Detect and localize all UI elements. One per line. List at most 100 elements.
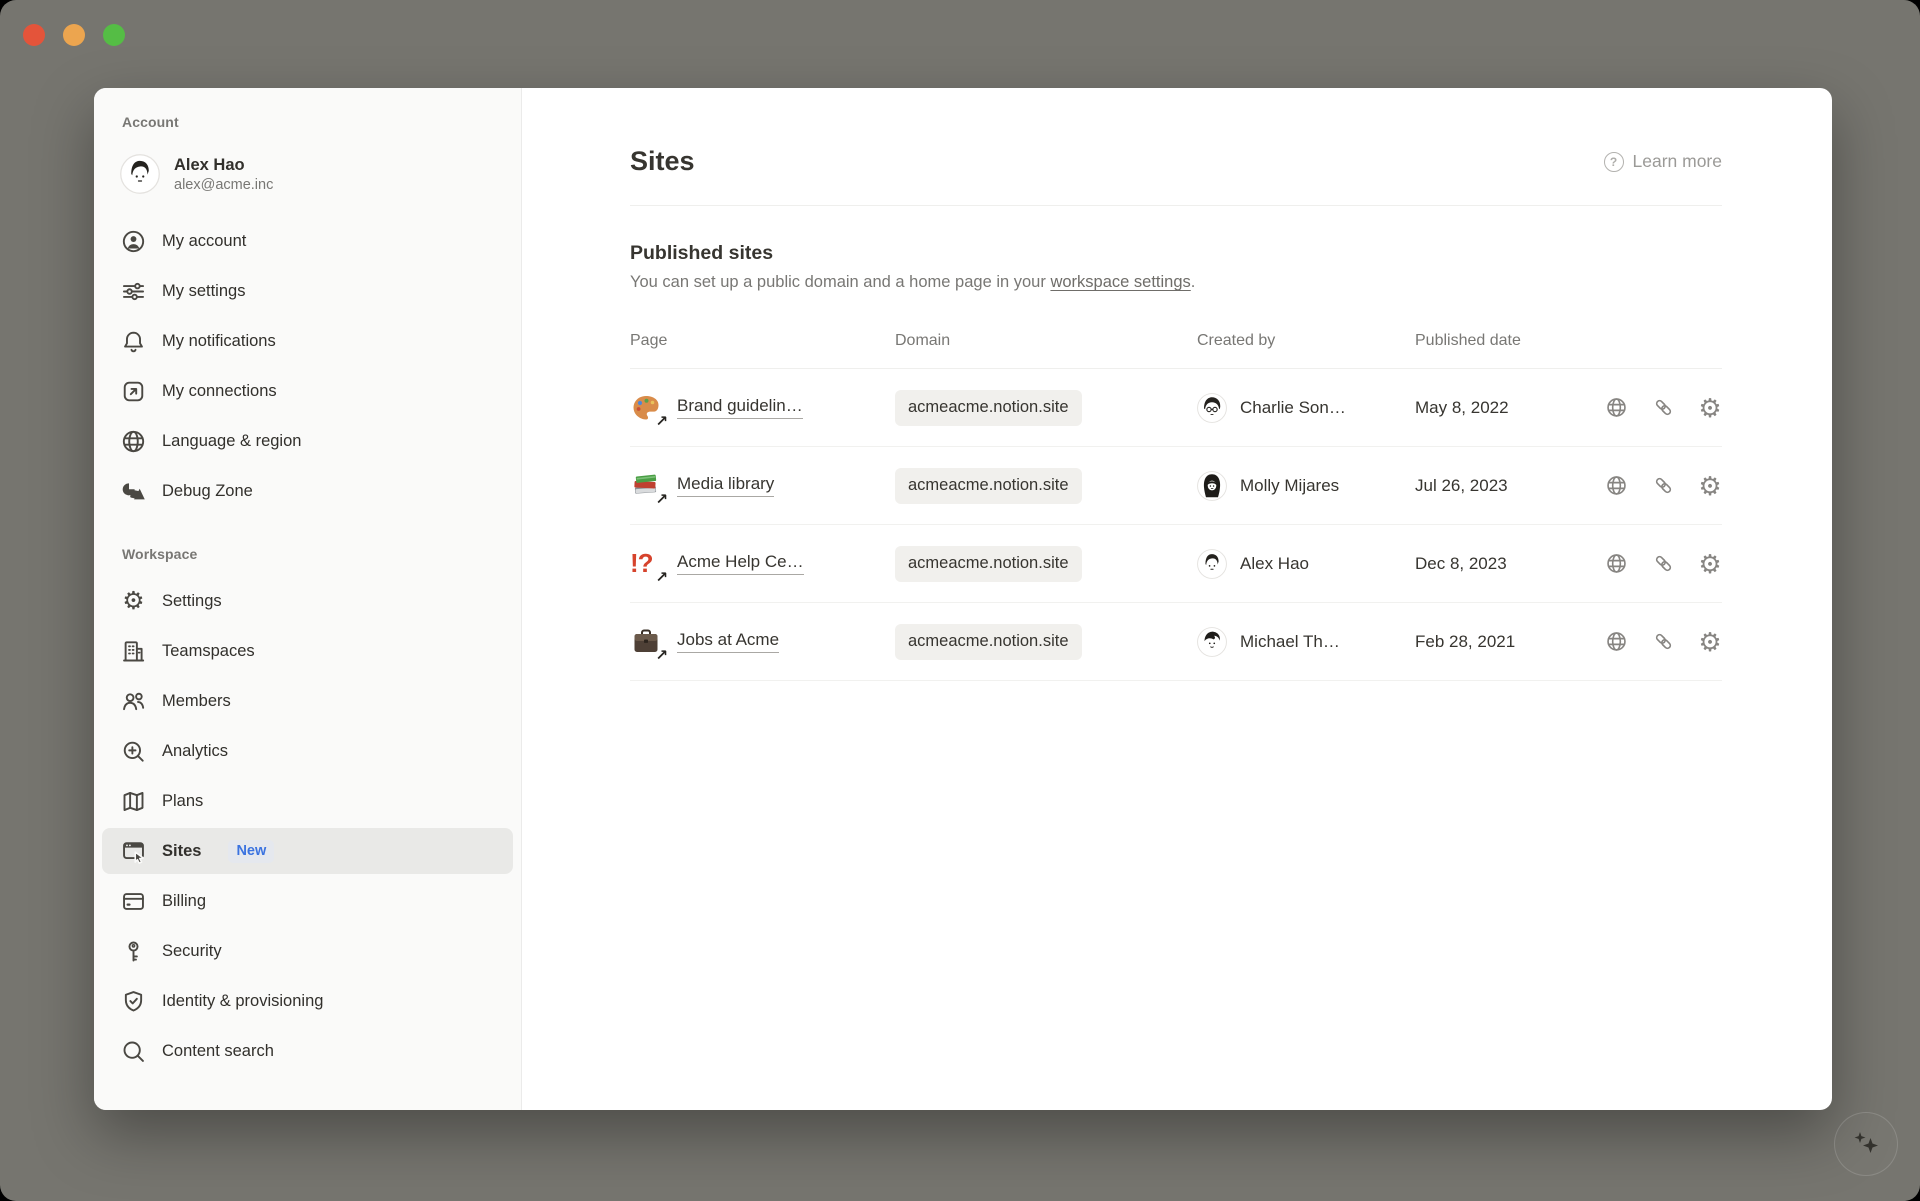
map-icon (120, 788, 147, 815)
table-row: !? ↗ Acme Help Ce… acmeacme.notion.site … (630, 525, 1722, 603)
desktop-background: Account Alex Hao alex@acme.inc My accoun… (0, 0, 1920, 1201)
sidebar-item-plans[interactable]: Plans (102, 778, 513, 824)
gear-icon[interactable]: ⚙ (1698, 396, 1722, 420)
sidebar-item-identity-provisioning[interactable]: Identity & provisioning (102, 978, 513, 1024)
open-link-arrow-icon: ↗ (655, 646, 668, 664)
new-badge: New (228, 840, 274, 863)
creator-avatar (1197, 627, 1227, 657)
sites-panel: Sites ? Learn more Published sites You c… (522, 88, 1832, 1110)
sidebar-item-settings[interactable]: ⚙ Settings (102, 578, 513, 624)
globe-icon[interactable] (1604, 630, 1628, 654)
table-row: ↗ Media library acmeacme.notion.site Mol… (630, 447, 1722, 525)
sidebar-item-sites[interactable]: Sites New (102, 828, 513, 874)
row-actions: ⚙ (1604, 396, 1722, 420)
user-avatar (120, 154, 160, 194)
sites-header: Sites ? Learn more (630, 146, 1722, 177)
domain-pill[interactable]: acmeacme.notion.site (895, 390, 1082, 426)
page-link[interactable]: Brand guidelin… (677, 396, 803, 419)
link-icon[interactable] (1651, 396, 1675, 420)
sidebar-item-content-search[interactable]: Content search (102, 1028, 513, 1074)
creator-avatar (1197, 393, 1227, 423)
workspace-settings-link[interactable]: workspace settings (1050, 273, 1190, 291)
learn-more-link[interactable]: ? Learn more (1604, 151, 1723, 172)
creator-name: Charlie Son… (1240, 398, 1346, 418)
sidebar-item-billing[interactable]: Billing (102, 878, 513, 924)
sidebar-item-language-region[interactable]: Language & region (102, 418, 513, 464)
account-user-row[interactable]: Alex Hao alex@acme.inc (102, 146, 513, 204)
page-title: Sites (630, 146, 695, 177)
sidebar-item-my-settings[interactable]: My settings (102, 268, 513, 314)
gear-icon[interactable]: ⚙ (1698, 474, 1722, 498)
sidebar-item-analytics[interactable]: Analytics (102, 728, 513, 774)
link-icon[interactable] (1651, 474, 1675, 498)
sidebar-item-my-notifications[interactable]: My notifications (102, 318, 513, 364)
browser-cursor-icon (120, 838, 147, 865)
published-date: Feb 28, 2021 (1415, 632, 1580, 652)
row-actions: ⚙ (1604, 552, 1722, 576)
domain-pill[interactable]: acmeacme.notion.site (895, 624, 1082, 660)
header-divider (630, 205, 1722, 206)
gear-icon[interactable]: ⚙ (1698, 630, 1722, 654)
link-icon[interactable] (1651, 630, 1675, 654)
row-actions: ⚙ (1604, 630, 1722, 654)
row-actions: ⚙ (1604, 474, 1722, 498)
published-sites-heading: Published sites (630, 242, 1722, 265)
zoom-button[interactable] (103, 24, 125, 46)
page-link[interactable]: Jobs at Acme (677, 630, 779, 653)
settings-dialog: Account Alex Hao alex@acme.inc My accoun… (94, 88, 1832, 1110)
globe-icon (120, 428, 147, 455)
window-controls (23, 24, 125, 46)
link-icon[interactable] (1651, 552, 1675, 576)
globe-icon[interactable] (1604, 474, 1628, 498)
column-header-domain: Domain (895, 332, 1197, 350)
creator-name: Alex Hao (1240, 554, 1309, 574)
magnifier-plus-icon (120, 738, 147, 765)
people-icon (120, 688, 147, 715)
column-header-page: Page (630, 332, 895, 350)
credit-card-icon (120, 888, 147, 915)
sidebar-item-my-connections[interactable]: My connections (102, 368, 513, 414)
table-row: ↗ Jobs at Acme acmeacme.notion.site Mich… (630, 603, 1722, 681)
user-email: alex@acme.inc (174, 176, 273, 194)
gear-icon: ⚙ (120, 588, 147, 615)
close-button[interactable] (23, 24, 45, 46)
shapes-icon (120, 478, 147, 505)
user-identity: Alex Hao alex@acme.inc (174, 154, 273, 194)
open-link-arrow-icon: ↗ (655, 568, 668, 586)
sparkles-icon (1849, 1127, 1883, 1161)
ai-assistant-button[interactable] (1834, 1112, 1898, 1176)
minimize-button[interactable] (63, 24, 85, 46)
sidebar-item-debug-zone[interactable]: Debug Zone (102, 468, 513, 514)
globe-icon[interactable] (1604, 396, 1628, 420)
page-link[interactable]: Media library (677, 474, 774, 497)
briefcase-icon: ↗ (630, 626, 662, 658)
published-sites-table: Page Domain Created by Published date ↗ … (630, 332, 1722, 681)
books-icon: ↗ (630, 470, 662, 502)
interrobang-icon: !? ↗ (630, 548, 662, 580)
creator-avatar (1197, 549, 1227, 579)
gear-icon[interactable]: ⚙ (1698, 552, 1722, 576)
arrow-box-icon (120, 378, 147, 405)
creator-name: Michael Th… (1240, 632, 1340, 652)
open-link-arrow-icon: ↗ (655, 490, 668, 508)
sidebar-item-teamspaces[interactable]: Teamspaces (102, 628, 513, 674)
creator-name: Molly Mijares (1240, 476, 1339, 496)
page-link[interactable]: Acme Help Ce… (677, 552, 804, 575)
open-link-arrow-icon: ↗ (655, 412, 668, 430)
column-header-created-by: Created by (1197, 332, 1415, 350)
table-row: ↗ Brand guidelin… acmeacme.notion.site C… (630, 369, 1722, 447)
learn-more-label: Learn more (1633, 151, 1723, 172)
domain-pill[interactable]: acmeacme.notion.site (895, 546, 1082, 582)
globe-icon[interactable] (1604, 552, 1628, 576)
creator-avatar (1197, 471, 1227, 501)
sliders-icon (120, 278, 147, 305)
search-icon (120, 1038, 147, 1065)
user-name: Alex Hao (174, 154, 273, 176)
sidebar-item-security[interactable]: Security (102, 928, 513, 974)
shield-check-icon (120, 988, 147, 1015)
domain-pill[interactable]: acmeacme.notion.site (895, 468, 1082, 504)
key-icon (120, 938, 147, 965)
workspace-section-label: Workspace (122, 546, 513, 562)
sidebar-item-my-account[interactable]: My account (102, 218, 513, 264)
sidebar-item-members[interactable]: Members (102, 678, 513, 724)
